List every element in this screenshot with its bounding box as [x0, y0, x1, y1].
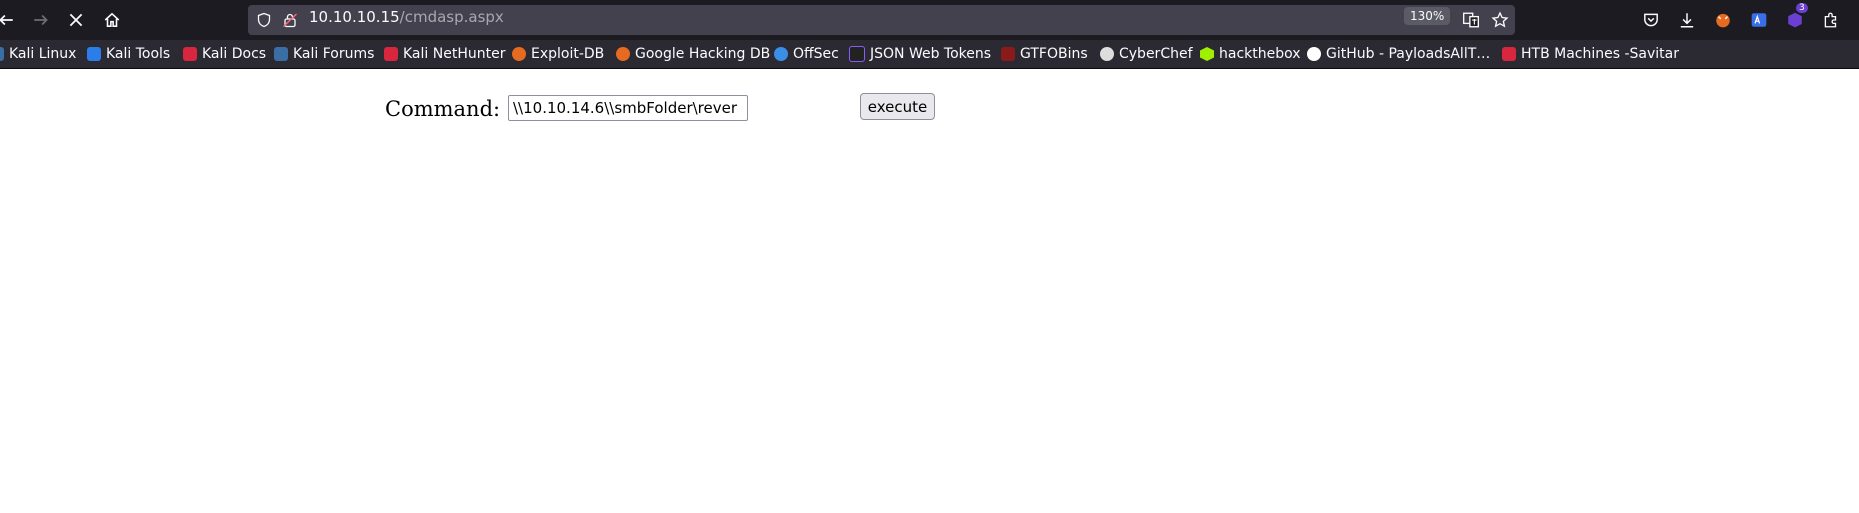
bookmark-htb-machines-savitar[interactable]: HTB Machines -Savitar — [1502, 40, 1679, 68]
bookmark-kali-docs[interactable]: Kali Docs — [183, 40, 266, 68]
hackthebox-icon — [1200, 47, 1214, 61]
bookmark-github-payloadsallthethings[interactable]: GitHub - PayloadsAllT… — [1307, 40, 1490, 68]
bookmark-kali-nethunter[interactable]: Kali NetHunter — [384, 40, 505, 68]
bookmark-kali-tools[interactable]: Kali Tools — [87, 40, 170, 68]
exploit-db-icon — [512, 47, 526, 61]
bookmark-offsec[interactable]: OffSec — [774, 40, 839, 68]
browser-toolbar: 10.10.10.15/cmdasp.aspx 130% 3 — [0, 0, 1859, 40]
kali-tools-icon — [87, 47, 101, 61]
bookmark-label: Kali Linux — [9, 46, 77, 62]
download-icon[interactable] — [1676, 9, 1698, 31]
bookmark-label: OffSec — [793, 46, 839, 62]
bookmark-label: Kali NetHunter — [403, 46, 506, 62]
zoom-level-badge[interactable]: 130% — [1404, 7, 1451, 25]
bookmark-gtfobins[interactable]: GTFOBins — [1001, 40, 1088, 68]
bookmark-label: CyberChef — [1119, 46, 1193, 62]
bookmark-kali-forums[interactable]: Kali Forums — [274, 40, 374, 68]
bookmark-hackthebox[interactable]: hackthebox — [1200, 40, 1301, 68]
htb-machines-icon — [1502, 47, 1516, 61]
github-icon — [1307, 47, 1321, 61]
gtfobins-icon — [1001, 47, 1015, 61]
bookmark-star-icon[interactable] — [1489, 9, 1511, 31]
back-arrow-icon[interactable] — [0, 8, 18, 32]
translator-extension-icon[interactable] — [1748, 9, 1770, 31]
kali-nethunter-icon — [384, 47, 398, 61]
command-label: Command: — [385, 97, 501, 121]
shield-icon[interactable] — [256, 12, 272, 28]
translate-icon[interactable] — [1460, 9, 1482, 31]
ghdb-icon — [616, 47, 630, 61]
bookmark-exploit-db[interactable]: Exploit-DB — [512, 40, 604, 68]
command-input[interactable] — [508, 95, 748, 121]
url-text[interactable]: 10.10.10.15/cmdasp.aspx — [309, 8, 504, 26]
offsec-icon — [774, 47, 788, 61]
bookmark-google-hacking-db[interactable]: Google Hacking DB — [616, 40, 770, 68]
extensions-puzzle-icon[interactable] — [1820, 9, 1842, 31]
forward-arrow-icon[interactable] — [29, 8, 53, 32]
insecure-lock-icon[interactable] — [282, 12, 298, 28]
stop-loading-icon[interactable] — [64, 8, 88, 32]
page-content: Command: execute — [0, 69, 1859, 513]
bookmark-label: HTB Machines -Savitar — [1521, 46, 1679, 62]
kali-linux-icon — [0, 47, 4, 61]
bookmark-label: GTFOBins — [1020, 46, 1088, 62]
bookmark-label: Kali Docs — [202, 46, 267, 62]
bookmark-label: hackthebox — [1219, 46, 1301, 62]
foxyproxy-icon[interactable] — [1712, 9, 1734, 31]
bookmark-label: GitHub - PayloadsAllT… — [1326, 46, 1491, 62]
kali-docs-icon — [183, 47, 197, 61]
extension-badge-count: 3 — [1796, 3, 1808, 13]
kali-forums-icon — [274, 47, 288, 61]
execute-button[interactable]: execute — [860, 93, 935, 120]
url-host: 10.10.10.15 — [309, 8, 400, 26]
url-path: /cmdasp.aspx — [399, 8, 504, 26]
bookmarks-toolbar: Kali Linux Kali Tools Kali Docs Kali For… — [0, 40, 1859, 69]
bookmark-label: Kali Tools — [106, 46, 171, 62]
jwt-icon — [849, 46, 865, 62]
bookmark-label: JSON Web Tokens — [870, 46, 992, 62]
home-icon[interactable] — [100, 8, 124, 32]
bookmark-label: Exploit-DB — [531, 46, 605, 62]
pocket-icon[interactable] — [1640, 9, 1662, 31]
bookmark-cyberchef[interactable]: CyberChef — [1100, 40, 1193, 68]
bookmark-label: Kali Forums — [293, 46, 375, 62]
bookmark-kali-linux[interactable]: Kali Linux — [0, 40, 76, 68]
cyberchef-icon — [1100, 47, 1114, 61]
bookmark-json-web-tokens[interactable]: JSON Web Tokens — [849, 40, 991, 68]
extension-cube-icon[interactable]: 3 — [1784, 3, 1808, 31]
bookmark-label: Google Hacking DB — [635, 46, 771, 62]
